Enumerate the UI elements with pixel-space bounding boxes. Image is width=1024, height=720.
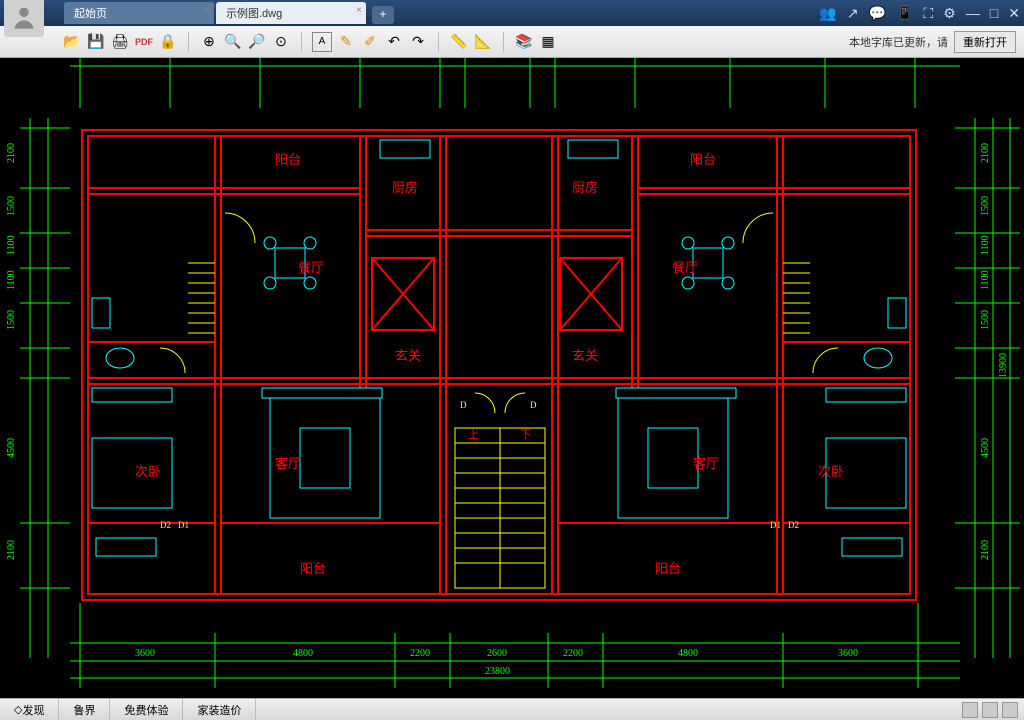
svg-text:客厅: 客厅 [275,456,301,471]
redo-icon[interactable]: ↷ [408,32,428,52]
svg-text:阳台: 阳台 [300,561,326,576]
svg-text:玄关: 玄关 [395,348,421,363]
svg-text:1100: 1100 [6,235,17,255]
svg-text:4800: 4800 [293,648,313,659]
svg-text:D2: D2 [160,520,171,530]
user-avatar[interactable] [4,0,44,37]
zoom-window-icon[interactable]: ⊕ [199,32,219,52]
svg-text:1100: 1100 [980,270,991,290]
tab-start[interactable]: 起始页 × [64,2,214,24]
svg-text:下: 下 [520,429,531,441]
close-icon[interactable]: × [204,5,210,16]
layers-icon[interactable]: 📚 [514,32,534,52]
view-mode-2-icon[interactable] [982,702,998,718]
svg-text:餐厅: 餐厅 [298,260,324,275]
close-window-icon[interactable]: ✕ [1008,5,1020,22]
svg-text:阳台: 阳台 [275,152,301,167]
svg-text:4800: 4800 [678,648,698,659]
svg-text:2200: 2200 [563,648,583,659]
highlight-icon[interactable]: ✐ [360,32,380,52]
svg-text:2600: 2600 [487,648,507,659]
svg-text:2200: 2200 [410,648,430,659]
status-decor[interactable]: 家装造价 [183,699,256,720]
zoom-fit-icon[interactable]: ⊙ [271,32,291,52]
minimize-icon[interactable]: — [966,5,980,21]
pencil-icon[interactable]: ✎ [336,32,356,52]
dimension-icon[interactable]: 📐 [473,32,493,52]
svg-text:1500: 1500 [980,196,991,216]
svg-text:2100: 2100 [980,540,991,560]
drawing-canvas[interactable]: 阳台 阳台 厨房 厨房 餐厅 餐厅 玄关 玄关 客厅 客厅 次卧 次卧 阳台 阳… [0,58,1024,698]
tab-add-button[interactable]: + [372,6,394,24]
svg-text:餐厅: 餐厅 [672,260,698,275]
svg-text:3600: 3600 [838,648,858,659]
svg-text:客厅: 客厅 [693,456,719,471]
save-icon[interactable]: 💾 [86,32,106,52]
print-icon[interactable]: 🖨 [110,32,130,52]
export-icon[interactable]: ↗ [847,5,859,22]
svg-text:D: D [530,400,537,410]
svg-text:厨房: 厨房 [392,180,418,195]
mobile-icon[interactable]: 📱 [896,5,913,22]
reopen-button[interactable]: 重新打开 [954,31,1016,53]
close-icon[interactable]: × [356,5,362,16]
font-update-msg: 本地字库已更新，请 [849,34,948,50]
fullscreen-icon[interactable]: ⛶ [923,5,933,22]
svg-text:厨房: 厨房 [572,180,598,195]
properties-icon[interactable]: ▦ [538,32,558,52]
svg-text:1100: 1100 [980,235,991,255]
svg-text:玄关: 玄关 [572,348,598,363]
share-icon[interactable]: 👥 [819,5,836,22]
svg-text:2100: 2100 [6,143,17,163]
lock-icon[interactable]: 🔒 [158,32,178,52]
svg-text:2100: 2100 [980,143,991,163]
maximize-icon[interactable]: □ [990,5,998,21]
open-icon[interactable]: 📂 [62,32,82,52]
settings-icon[interactable]: ⚙ [943,5,956,22]
view-mode-3-icon[interactable] [1002,702,1018,718]
svg-text:阳台: 阳台 [655,561,681,576]
svg-text:D: D [460,400,467,410]
svg-text:13900: 13900 [998,353,1009,378]
status-trial[interactable]: 免费体验 [110,699,183,720]
svg-text:D1: D1 [178,520,189,530]
wechat-icon[interactable]: 💬 [869,5,886,22]
zoom-in-icon[interactable]: 🔍 [223,32,243,52]
text-icon[interactable]: A [312,32,332,52]
svg-text:阳台: 阳台 [690,152,716,167]
zoom-out-icon[interactable]: 🔎 [247,32,267,52]
tab-file-label: 示例图.dwg [226,8,282,20]
view-mode-1-icon[interactable] [962,702,978,718]
svg-text:4500: 4500 [980,438,991,458]
measure-icon[interactable]: 📏 [449,32,469,52]
svg-text:次卧: 次卧 [135,464,161,479]
status-discover[interactable]: ◇ 发现 [0,699,59,720]
svg-text:D1: D1 [770,520,781,530]
svg-text:3600: 3600 [135,648,155,659]
tab-start-label: 起始页 [74,8,107,20]
svg-text:23800: 23800 [485,666,510,677]
svg-text:4500: 4500 [6,438,17,458]
svg-text:1100: 1100 [6,270,17,290]
tab-file[interactable]: 示例图.dwg × [216,2,366,24]
svg-text:1500: 1500 [6,310,17,330]
status-forum[interactable]: 鲁界 [59,699,110,720]
svg-text:上: 上 [468,428,479,441]
svg-text:次卧: 次卧 [818,464,844,479]
pdf-icon[interactable]: PDF [134,32,154,52]
svg-text:1500: 1500 [6,196,17,216]
undo-icon[interactable]: ↶ [384,32,404,52]
svg-text:2100: 2100 [6,540,17,560]
svg-text:1500: 1500 [980,310,991,330]
svg-text:D2: D2 [788,520,799,530]
